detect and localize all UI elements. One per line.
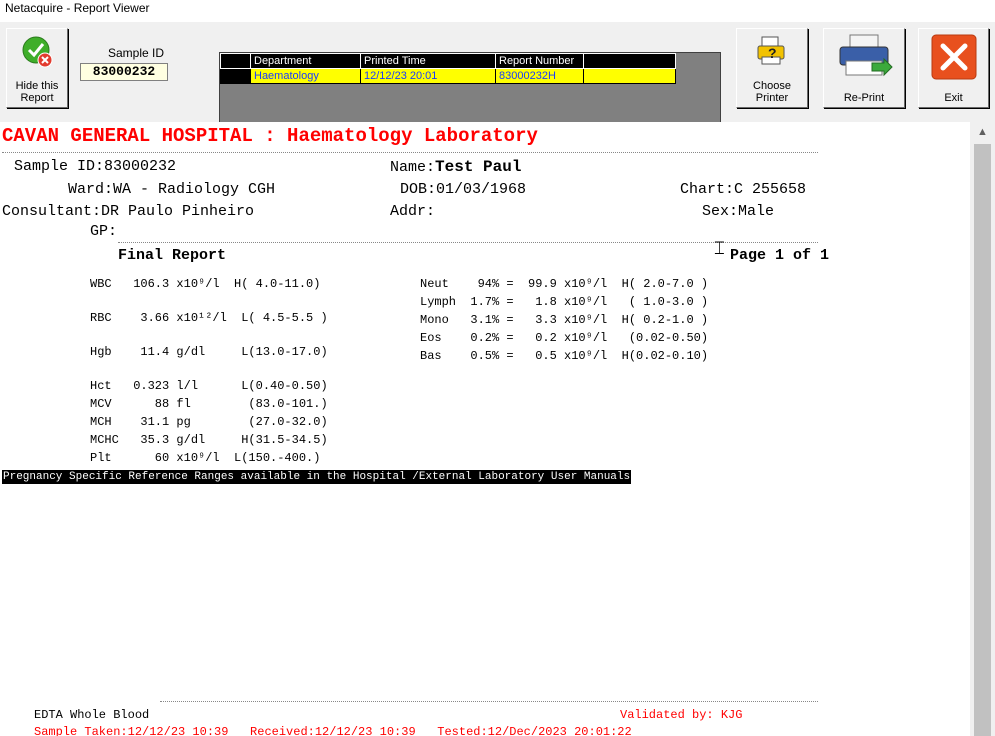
result-line: Hgb 11.4 g/dl L(13.0-17.0) [90,345,328,359]
patient-name: Name:Test Paul [390,158,521,176]
result-line: Plt 60 x10⁹/l L(150.-400.) [90,451,321,465]
header-divider [118,242,818,243]
result-line: MCHC 35.3 g/dl H(31.5-34.5) [90,433,328,447]
diff-line: Bas 0.5% = 0.5 x10⁹/l H(0.02-0.10) [420,349,709,363]
footer-divider [160,701,818,702]
sample-id-text: Sample ID:83000232 [14,158,177,175]
scroll-thumb[interactable] [974,144,991,736]
hide-report-button[interactable]: Hide this Report [6,28,68,108]
grid-row-indicator [220,68,251,84]
diff-line: Mono 3.1% = 3.3 x10⁹/l H( 0.2-1.0 ) [420,313,709,327]
grid-cell-department[interactable]: Haematology [250,68,361,84]
results-left: WBC 106.3 x10⁹/l H( 4.0-11.0) RBC 3.66 x… [90,275,328,467]
svg-text:?: ? [768,45,777,61]
consultant-text: Consultant:DR Paulo Pinheiro [2,203,255,220]
dob-text: DOB:01/03/1968 [400,181,527,198]
hide-report-label: Hide this Report [15,80,59,104]
result-line [90,293,328,309]
scroll-up-icon[interactable]: ▲ [974,124,991,141]
window-title: Netacquire - Report Viewer [0,0,995,22]
specimen-type: EDTA Whole Blood [34,708,150,722]
final-report-label: Final Report [118,247,227,264]
name-label: Name: [390,159,436,176]
sample-id-label: Sample ID [108,46,165,60]
hospital-title: CAVAN GENERAL HOSPITAL : Haematology Lab… [2,125,538,147]
page-indicator: Page 1 of 1 [730,247,830,264]
result-line: WBC 106.3 x10⁹/l H( 4.0-11.0) [90,277,321,291]
sample-id-field[interactable]: 83000232 [80,63,168,81]
gp-text: GP: [90,223,118,240]
grid-header-department[interactable]: Department [250,53,361,69]
result-line: RBC 3.66 x10¹²/l L( 4.5-5.5 ) [90,311,328,325]
printer-arrow-icon [839,34,893,77]
close-icon [931,34,976,80]
name-value: Test Paul [435,158,522,176]
check-cancel-icon [22,36,53,68]
grid-cell-report-number[interactable]: 83000232H [495,68,584,84]
text-cursor-icon: ⌶ [714,238,725,258]
result-line: MCH 31.1 pg (27.0-32.0) [90,415,328,429]
choose-printer-button[interactable]: ? Choose Printer [736,28,808,108]
results-right: Neut 94% = 99.9 x10⁹/l H( 2.0-7.0 ) Lymp… [420,275,708,365]
grid-header-report-number[interactable]: Report Number [495,53,584,69]
reprint-button[interactable]: Re-Print [823,28,905,108]
reprint-label: Re-Print [843,92,885,104]
pregnancy-banner: Pregnancy Specific Reference Ranges avai… [2,470,632,484]
result-line [90,361,328,377]
choose-printer-label: Choose Printer [753,80,791,104]
report-viewer[interactable]: CAVAN GENERAL HOSPITAL : Haematology Lab… [0,122,970,736]
grid-row-indicator [220,53,251,69]
toolbar: Hide this Report Sample ID 83000232 Depa… [0,22,995,134]
validated-by: Validated by: KJG [620,708,743,722]
grid-cell-blank[interactable] [583,68,676,84]
result-line [90,327,328,343]
sample-dates: Sample Taken:12/12/23 10:39 Received:12/… [34,725,632,736]
diff-line: Eos 0.2% = 0.2 x10⁹/l (0.02-0.50) [420,331,709,345]
title-divider [2,152,818,153]
addr-text: Addr: [390,203,436,220]
result-line: Hct 0.323 l/l L(0.40-0.50) [90,379,328,393]
result-line: MCV 88 fl (83.0-101.) [90,397,328,411]
diff-line: Neut 94% = 99.9 x10⁹/l H( 2.0-7.0 ) [420,277,709,291]
printer-question-icon: ? [757,36,785,65]
vertical-scrollbar[interactable]: ▲ [970,122,995,736]
diff-line: Lymph 1.7% = 1.8 x10⁹/l ( 1.0-3.0 ) [420,295,709,309]
sex-text: Sex:Male [702,203,775,220]
grid-header-printed-time[interactable]: Printed Time [360,53,496,69]
ward-text: Ward:WA - Radiology CGH [68,181,276,198]
exit-label: Exit [944,92,963,104]
grid-header-blank [583,53,676,69]
grid-cell-printed-time[interactable]: 12/12/23 20:01 [360,68,496,84]
chart-text: Chart:C 255658 [680,181,807,198]
exit-button[interactable]: Exit [918,28,989,108]
